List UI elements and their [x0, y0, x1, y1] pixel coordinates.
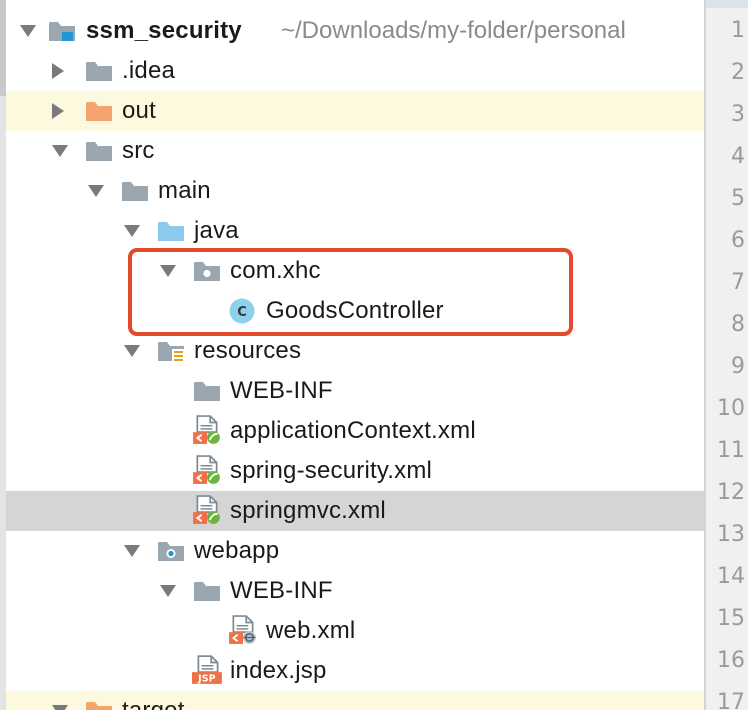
tree-item-label: java: [194, 217, 239, 244]
module-name: ssm_security: [86, 17, 242, 44]
folder-icon: [85, 59, 113, 83]
chevron-down-icon[interactable]: [160, 585, 176, 597]
line-number: 8: [731, 312, 745, 337]
excluded-folder-icon: [85, 699, 113, 710]
tree-item-label: spring-security.xml: [230, 457, 433, 484]
highlight-annotation-box: [128, 248, 573, 336]
editor-line-gutter: 1 2 3 4 5 6 7 8 9 10 11 12 13 14 15 16 1…: [706, 0, 748, 710]
line-number: 6: [731, 228, 745, 253]
excluded-folder-icon: [85, 99, 113, 123]
tree-row-idea[interactable]: .idea: [6, 51, 704, 91]
tree-row-main[interactable]: main: [6, 171, 704, 211]
project-tree-panel: ssm_security ~/Downloads/my-folder/perso…: [0, 0, 704, 710]
line-number: 4: [731, 144, 745, 169]
tree-item-label: web.xml: [266, 617, 356, 644]
tree-row-index-jsp[interactable]: JSP index.jsp: [6, 651, 704, 691]
line-number: 2: [731, 60, 745, 85]
folder-icon: [193, 379, 221, 403]
chevron-down-icon[interactable]: [124, 345, 140, 357]
tree-item-label: main: [158, 177, 211, 204]
folder-icon: [85, 139, 113, 163]
tree-item-label: WEB-INF: [230, 377, 333, 404]
tree-row-out[interactable]: out: [6, 91, 704, 131]
chevron-right-icon[interactable]: [52, 103, 64, 119]
tree-row-target[interactable]: target: [6, 691, 704, 710]
spring-xml-icon: [193, 455, 220, 484]
line-number: 9: [731, 354, 745, 379]
line-number: 7: [731, 270, 745, 295]
chevron-down-icon[interactable]: [52, 705, 68, 710]
web-xml-icon: [229, 615, 256, 644]
spring-xml-icon: [193, 415, 220, 444]
tree-item-label: WEB-INF: [230, 577, 333, 604]
tree-item-label: .idea: [122, 57, 176, 84]
tree-row-resources[interactable]: resources: [6, 331, 704, 371]
tree-item-label: target: [122, 698, 185, 710]
line-number: 17: [717, 690, 745, 710]
tree-item-label: src: [122, 137, 155, 164]
svg-text:JSP: JSP: [197, 674, 216, 685]
tree-item-label: index.jsp: [230, 657, 327, 684]
tree-item-label: webapp: [194, 537, 280, 564]
tree-row-springmvc-selected[interactable]: springmvc.xml: [6, 491, 704, 531]
tree-item-label: applicationContext.xml: [230, 417, 476, 444]
tree-row-webapp[interactable]: webapp: [6, 531, 704, 571]
line-number: 10: [717, 396, 745, 421]
chevron-down-icon[interactable]: [124, 545, 140, 557]
chevron-down-icon[interactable]: [124, 225, 140, 237]
tree-item-label: out: [122, 97, 156, 124]
tree-row-web-xml[interactable]: web.xml: [6, 611, 704, 651]
tree-row-application-context[interactable]: applicationContext.xml: [6, 411, 704, 451]
line-number: 5: [731, 186, 745, 211]
chevron-down-icon[interactable]: [20, 25, 36, 37]
module-path: ~/Downloads/my-folder/personal: [281, 17, 626, 44]
line-number: 3: [731, 102, 745, 127]
spring-xml-icon: [193, 495, 220, 524]
folder-icon: [193, 579, 221, 603]
line-number: 1: [731, 18, 745, 43]
web-folder-icon: [157, 539, 185, 563]
folder-icon: [121, 179, 149, 203]
module-folder-icon: [48, 19, 76, 41]
tree-row-src[interactable]: src: [6, 131, 704, 171]
line-number: 12: [717, 480, 745, 505]
resources-folder-icon: [157, 339, 184, 362]
tree-item-label: resources: [194, 337, 302, 364]
line-number: 14: [717, 564, 745, 589]
tree-item-label: springmvc.xml: [230, 497, 386, 524]
line-number: 13: [717, 522, 745, 547]
tree-row-spring-security[interactable]: spring-security.xml: [6, 451, 704, 491]
chevron-down-icon[interactable]: [88, 185, 104, 197]
chevron-right-icon[interactable]: [52, 63, 64, 79]
line-number: 16: [717, 648, 745, 673]
source-root-folder-icon: [157, 219, 185, 243]
jsp-file-icon: JSP: [192, 655, 222, 685]
line-number: 11: [717, 438, 745, 463]
chevron-down-icon[interactable]: [52, 145, 68, 157]
gutter-header-strip: [706, 0, 748, 8]
tree-row-web-inf[interactable]: WEB-INF: [6, 371, 704, 411]
line-number: 15: [717, 606, 745, 631]
tree-row-root-module[interactable]: ssm_security ~/Downloads/my-folder/perso…: [6, 11, 704, 51]
tree-row-java[interactable]: java: [6, 211, 704, 251]
tree-row-webapp-web-inf[interactable]: WEB-INF: [6, 571, 704, 611]
